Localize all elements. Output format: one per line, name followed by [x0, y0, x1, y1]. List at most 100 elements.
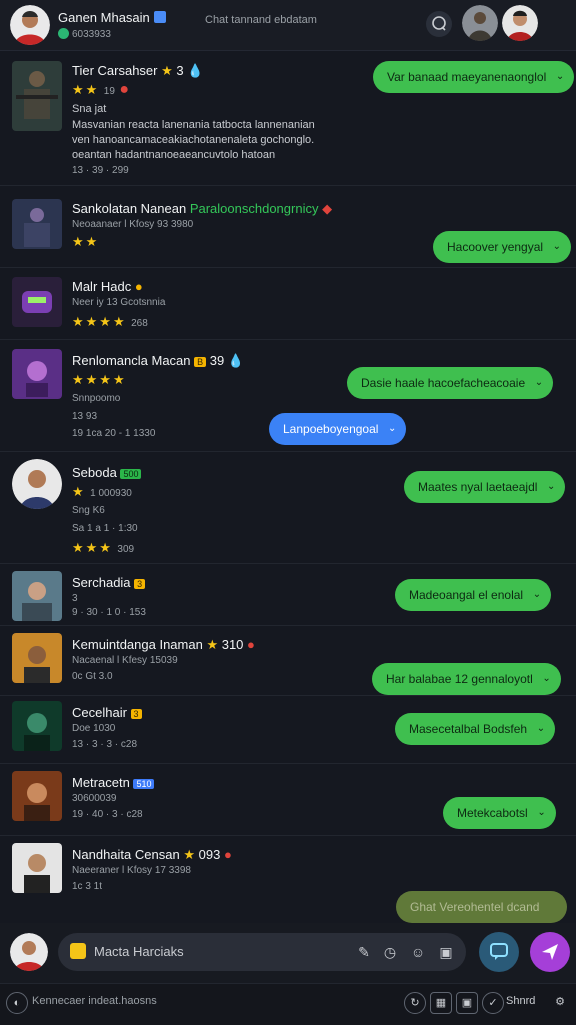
compose-avatar[interactable] [10, 933, 48, 971]
thumbnail-helmet [12, 277, 62, 327]
list-item[interactable]: Metracetn 510 30600039 19 · 40 · 3 · c28… [0, 763, 576, 836]
item-meta: Neer iy 13 Gcotsnnia [72, 297, 166, 308]
item-meta: Naeeraner l Kfosy 17 3398 [72, 865, 191, 876]
item-line3: ven hanoancamaceakiachotanenaleta gochon… [72, 134, 315, 146]
list-item[interactable]: Tier Carsahser ★ 3 💧 ★★ 19 ● Sna jat Mas… [0, 51, 576, 186]
chevron-down-icon[interactable]: ⌄ [388, 413, 396, 445]
message-bubble[interactable]: Masecetalbal Bodsfeh ⌄ [395, 713, 556, 745]
item-line1: 1c 3 1t [72, 881, 103, 892]
input-placeholder: Macta Harciaks [94, 944, 184, 959]
thumbnail-headset [12, 771, 62, 821]
item-name: Kemuintdanga Inaman [72, 637, 203, 652]
message-bubble[interactable]: Har balabae 12 gennaloyotl ⌄ [372, 663, 561, 695]
item-name: Malr Hadc [72, 279, 132, 294]
item-badge: 500 [120, 469, 142, 479]
rating-stars: ★★ [72, 82, 100, 97]
message-bubble[interactable]: Metekcabotsl ⌄ [443, 797, 556, 829]
refresh-icon[interactable]: ↻ [404, 992, 426, 1014]
check-icon[interactable]: ✓ [482, 992, 504, 1014]
item-line2: 19 1ca 20 - 1 1330 [72, 428, 156, 439]
list-item[interactable]: Kemuintdanga Inaman ★ 310 ● Nacaenal l K… [0, 625, 576, 696]
item-meta: 1 000930 [90, 488, 132, 499]
message-bubble-blue[interactable]: Lanpoeboyengoal ⌄ [269, 413, 407, 445]
thumbnail-face [12, 459, 62, 509]
item-line1: 19 · 40 · 3 · c28 [72, 809, 143, 820]
header-subtitle: 6033933 [58, 28, 111, 40]
message-input[interactable]: Macta Harciaks ✎ ◷ ☺ ▣ [58, 933, 466, 971]
shared-label[interactable]: Shnrd [506, 995, 535, 1007]
message-bubble[interactable]: Hacoover yengyal ⌄ [433, 231, 572, 263]
list-item[interactable]: Sankolatan Nanean Paraloonschdongrnicy ◆… [0, 185, 576, 268]
message-bubble[interactable]: Var banaad maeyanenaonglol ⌄ [373, 61, 575, 93]
compose-bar: Macta Harciaks ✎ ◷ ☺ ▣ [0, 923, 576, 983]
item-name: Tier Carsahser [72, 63, 158, 78]
list-item[interactable]: Seboda 500 ★ 1 000930 Sng K6 Sa 1 a 1 · … [0, 451, 576, 564]
item-meta: 3 [72, 593, 78, 604]
attachment-icon[interactable]: ▣ [438, 944, 454, 960]
thumbnail-armor [12, 199, 62, 249]
grid-icon[interactable]: ▦ [430, 992, 452, 1014]
item-meta: Nacaenal l Kfesy 15039 [72, 655, 178, 666]
emoji-icon[interactable]: ☺ [410, 944, 426, 960]
item-name: Cecelhair [72, 705, 127, 720]
item-name: Seboda [72, 465, 117, 480]
thumbnail-man [12, 571, 62, 621]
send-button[interactable] [530, 932, 570, 972]
item-footer: 309 [117, 544, 135, 555]
message-bubble[interactable]: Madeoangal el enolal ⌄ [395, 579, 552, 611]
rating-stars: ★★ [72, 234, 100, 249]
item-name: Nandhaita Censan [72, 847, 180, 862]
item-name: Renlomancla Macan [72, 353, 191, 368]
settings-icon[interactable]: ⚙ [550, 992, 570, 1012]
status-text: Kennecaer indeat.haosns [32, 995, 157, 1007]
rating-stars: ★ [72, 484, 86, 499]
verified-icon [153, 11, 166, 23]
chevron-down-icon[interactable]: ⌄ [535, 367, 543, 399]
clock-icon[interactable]: ◷ [382, 944, 398, 960]
item-badge: 3 [130, 709, 142, 719]
item-name: Serchadia [72, 575, 131, 590]
item-line2: Sa 1 a 1 · 1:30 [72, 523, 138, 534]
connection-icon: ◐ [6, 992, 28, 1014]
header-title: Ganen Mhasain [58, 10, 166, 25]
chevron-down-icon[interactable]: ⌄ [547, 471, 555, 503]
image-icon[interactable]: ▣ [456, 992, 478, 1014]
contact-avatar-man[interactable] [502, 5, 538, 41]
user-avatar[interactable] [10, 5, 50, 45]
list-item[interactable]: Malr Hadc ● Neer iy 13 Gcotsnnia ★★★★ 26… [0, 267, 576, 340]
status-bar: ◐ Kennecaer indeat.haosns ↻ ▦ ▣ ✓ Shnrd … [0, 983, 576, 1025]
list-item[interactable]: Serchadia 3 3 9 · 30 · 1 0 · 153 Madeoan… [0, 563, 576, 626]
message-bubble[interactable]: Dasie haale hacoefacheacoaie ⌄ [347, 367, 554, 399]
item-line1: 13 · 3 · 3 · c28 [72, 739, 138, 750]
message-bubble[interactable]: Maates nyal laetaeajdl ⌄ [404, 471, 566, 503]
chevron-down-icon[interactable]: ⌄ [542, 663, 550, 695]
chevron-down-icon[interactable]: ⌄ [537, 797, 545, 829]
thumbnail-purple [12, 349, 62, 399]
list-item[interactable]: Renlomancla Macan B 39 💧 ★★★★ Snnpoomo 1… [0, 339, 576, 452]
chevron-down-icon[interactable]: ⌄ [537, 713, 545, 745]
pen-icon[interactable]: ✎ [356, 944, 372, 960]
message-feed[interactable]: Tier Carsahser ★ 3 💧 ★★ 19 ● Sna jat Mas… [0, 51, 576, 923]
thumbnail-man-dark [12, 843, 62, 893]
item-name: Sankolatan Nanean [72, 201, 187, 216]
hand-icon[interactable] [70, 943, 86, 959]
chevron-down-icon[interactable]: ⌄ [556, 61, 564, 93]
item-line1: 13 93 [72, 411, 98, 422]
message-bubble[interactable]: Ghat Vereohentel dcand [396, 891, 568, 923]
chat-button[interactable] [479, 932, 519, 972]
list-item[interactable]: Cecelhair 3 Doe 1030 13 · 3 · 3 · c28 Ma… [0, 695, 576, 764]
item-name: Metracetn [72, 775, 130, 790]
rating-stars: ★★★★ [72, 314, 127, 329]
item-meta: Snnpoomo [72, 393, 121, 404]
contact-avatar-soldier[interactable] [462, 5, 498, 41]
thumbnail-portrait [12, 633, 62, 683]
chevron-down-icon[interactable]: ⌄ [533, 579, 541, 611]
rating-stars: ★★★ [72, 540, 113, 555]
chevron-down-icon[interactable]: ⌄ [553, 231, 561, 263]
item-footer: 268 [131, 318, 148, 329]
rating-stars: ★★★★ [72, 372, 127, 387]
list-item[interactable]: Nandhaita Censan ★ 093 ● Naeeraner l Kfo… [0, 835, 576, 923]
item-footer: 13 · 39 · 299 [72, 165, 129, 176]
chat-bubble-icon[interactable] [426, 11, 452, 37]
item-meta: Doe 1030 [72, 723, 116, 734]
